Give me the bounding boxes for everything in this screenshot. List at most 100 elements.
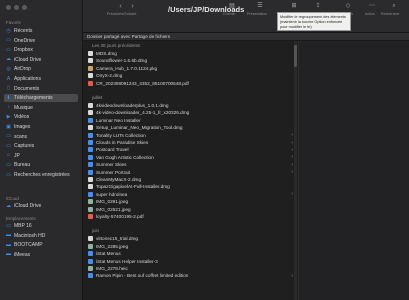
sidebar-item[interactable]: ▬ Macintosh HD [4, 232, 78, 240]
sidebar-item[interactable]: A Applications [4, 75, 78, 83]
sidebar-item[interactable]: ▭ OneDrive [4, 37, 78, 45]
file-row[interactable]: IMG_02621.jpeg [88, 206, 293, 213]
file-row[interactable]: super hdrolnea › [88, 191, 293, 198]
file-row[interactable]: IMG_0291.jpeg [88, 198, 293, 205]
action-caption: Action [365, 12, 375, 16]
sidebar: Favoris ◷ Récents ▭ OneDrive ▭ Dropbox ☁ iCloud… [0, 0, 83, 300]
view-icon[interactable]: ☰ [253, 2, 267, 10]
sidebar-item-label: BOOTCAMP [14, 242, 43, 249]
file-row[interactable]: MDS.dmg [88, 50, 293, 57]
file-row[interactable]: iStat Menus [88, 250, 293, 257]
file-row[interactable]: Camera_Hub_1.7.0.1124.pkg [88, 65, 293, 72]
scrollbar[interactable] [294, 41, 297, 300]
file-row[interactable]: TopazGigapixelAI-Full-Installer.dmg [88, 183, 293, 190]
sidebar-item[interactable]: ▬ BOOTCAMP [4, 241, 78, 249]
file-row[interactable]: Ramon Pipin - Best ouf coffret limited e… [88, 272, 293, 279]
file-row[interactable]: CR_202308091243_4352_85100700548.pdf [88, 80, 293, 87]
file-row[interactable]: vittonec15_trial.dmg [88, 235, 293, 242]
file-row[interactable]: Luminar Neo Installer [88, 117, 293, 124]
clock-icon: ◷ [6, 27, 11, 34]
folder-icon [88, 132, 93, 138]
file-row[interactable]: Summer Portrait › [88, 169, 293, 176]
file-row[interactable]: loyalty-57400195-2.pdf [88, 213, 293, 220]
minimize-button[interactable] [14, 5, 19, 10]
chevron-right-icon[interactable]: › [291, 169, 293, 175]
sidebar-item[interactable]: ◎ AirDrop [4, 65, 78, 73]
file-row[interactable]: Setup_Luminar_Neo_Migration_Tool.dmg [88, 124, 293, 131]
search-icon[interactable]: ⌕ [387, 2, 401, 10]
file-row[interactable]: IMG_2285.jpeg [88, 243, 293, 250]
folder-icon [88, 162, 93, 168]
folder-icon [88, 147, 93, 153]
apps-icon: A [6, 75, 11, 82]
group-icon[interactable]: ⊞ [287, 2, 301, 10]
close-button[interactable] [6, 5, 11, 10]
file-row[interactable]: Clouds in Paradise Skies › [88, 139, 293, 146]
sidebar-item[interactable]: ▶ Vidéos [4, 113, 78, 121]
sidebar-item[interactable]: ▭ Dropbox [4, 46, 78, 54]
sidebar-item-label: iCloud Drive [14, 56, 42, 63]
file-name: loyalty-57400195-2.pdf [96, 214, 144, 219]
chevron-right-icon[interactable]: › [291, 154, 293, 160]
sidebar-item[interactable]: ▭ Recherches enregistrées [4, 171, 78, 179]
path-icon[interactable]: ▤ [225, 2, 239, 10]
file-icon [88, 236, 93, 242]
sidebar-item[interactable]: ☁ iCloud Drive [4, 202, 78, 210]
file-row[interactable]: Van Gogh Artistic Collection › [88, 154, 293, 161]
file-row[interactable]: Summer Skies › [88, 161, 293, 168]
video-icon: ▶ [6, 113, 11, 120]
tag-icon[interactable]: ◇ [341, 2, 355, 10]
sidebar-item-label: Captures [14, 143, 35, 150]
file-name: Soundflower-1.6.6b.dmg [96, 58, 148, 64]
action-icon[interactable]: ⋯ [365, 2, 379, 10]
file-row[interactable]: 4k-video-downloader_4.25-1_fr_x20326.dmg [88, 109, 293, 116]
sidebar-item[interactable]: ▬ iMeeax [4, 251, 78, 259]
file-row[interactable]: OnyX-2.dmg [88, 72, 293, 79]
sidebar-item[interactable]: ☁ iCloud Drive [4, 56, 78, 64]
file-icon [88, 199, 93, 205]
disk-icon: ▬ [6, 232, 11, 239]
chevron-right-icon[interactable]: › [291, 273, 293, 279]
sidebar-item[interactable]: ▯ Documents [4, 85, 78, 93]
sidebar-item[interactable]: ♪ Musique [4, 104, 78, 112]
file-row[interactable]: iStat Menus Helper Installer-3 [88, 258, 293, 265]
scrollbar-thumb[interactable] [294, 45, 297, 67]
sidebar-item[interactable]: ⬇ Téléchargements [4, 94, 78, 103]
file-row[interactable]: 4kvideodownloaderplus_1.0.1.dmg [88, 102, 293, 109]
group-header: juillet [92, 95, 103, 100]
sidebar-item-label: iCloud Drive [14, 203, 42, 209]
file-name: CleanMyMacX-2.dmg [96, 177, 142, 182]
chevron-right-icon[interactable]: › [291, 147, 293, 153]
file-icon [88, 258, 93, 264]
chevron-right-icon[interactable]: › [291, 132, 293, 138]
file-row[interactable]: Tonality LUTs Collection › [88, 132, 293, 139]
file-name: iStat Menus Helper Installer-3 [96, 258, 158, 264]
sidebar-item-label: Macintosh HD [14, 232, 46, 239]
sidebar-item[interactable]: ▭ Captures [4, 142, 78, 150]
chevron-right-icon[interactable]: › [291, 162, 293, 168]
file-name: Summer Skies [96, 162, 127, 168]
file-row[interactable]: IMG_2278.heic [88, 265, 293, 272]
sidebar-item[interactable]: ▭ Bureau [4, 161, 78, 169]
sidebar-item[interactable]: ▣ Images [4, 123, 78, 131]
file-name: IMG_0291.jpeg [96, 199, 129, 205]
zoom-button[interactable] [22, 5, 27, 10]
chevron-right-icon[interactable]: › [291, 191, 293, 197]
file-row[interactable]: Postcard Travel › [88, 146, 293, 153]
folder-icon: ▭ [6, 171, 11, 178]
sidebar-item[interactable]: ◷ Récents [4, 27, 78, 35]
sidebar-item-label: iMeeax [14, 251, 31, 258]
sidebar-item[interactable]: ▭ scans [4, 133, 78, 141]
sidebar-item-label: JP [14, 152, 20, 159]
file-name: TopazGigapixelAI-Full-Installer.dmg [96, 184, 170, 190]
sidebar-item[interactable]: ⌂ JP [4, 152, 78, 160]
share-icon[interactable]: ⇪ [311, 2, 325, 10]
back-chevron-icon[interactable]: ‹ [116, 3, 125, 11]
sidebar-item-label: Images [14, 124, 31, 130]
sidebar-item[interactable]: ▭ MBP 16 [4, 222, 78, 230]
file-row[interactable]: Soundflower-1.6.6b.dmg [88, 57, 293, 64]
file-icon [88, 51, 93, 56]
chevron-right-icon[interactable]: › [291, 140, 293, 146]
forward-chevron-icon[interactable]: › [128, 3, 137, 11]
file-row[interactable]: CleanMyMacX-2.dmg [88, 176, 293, 183]
